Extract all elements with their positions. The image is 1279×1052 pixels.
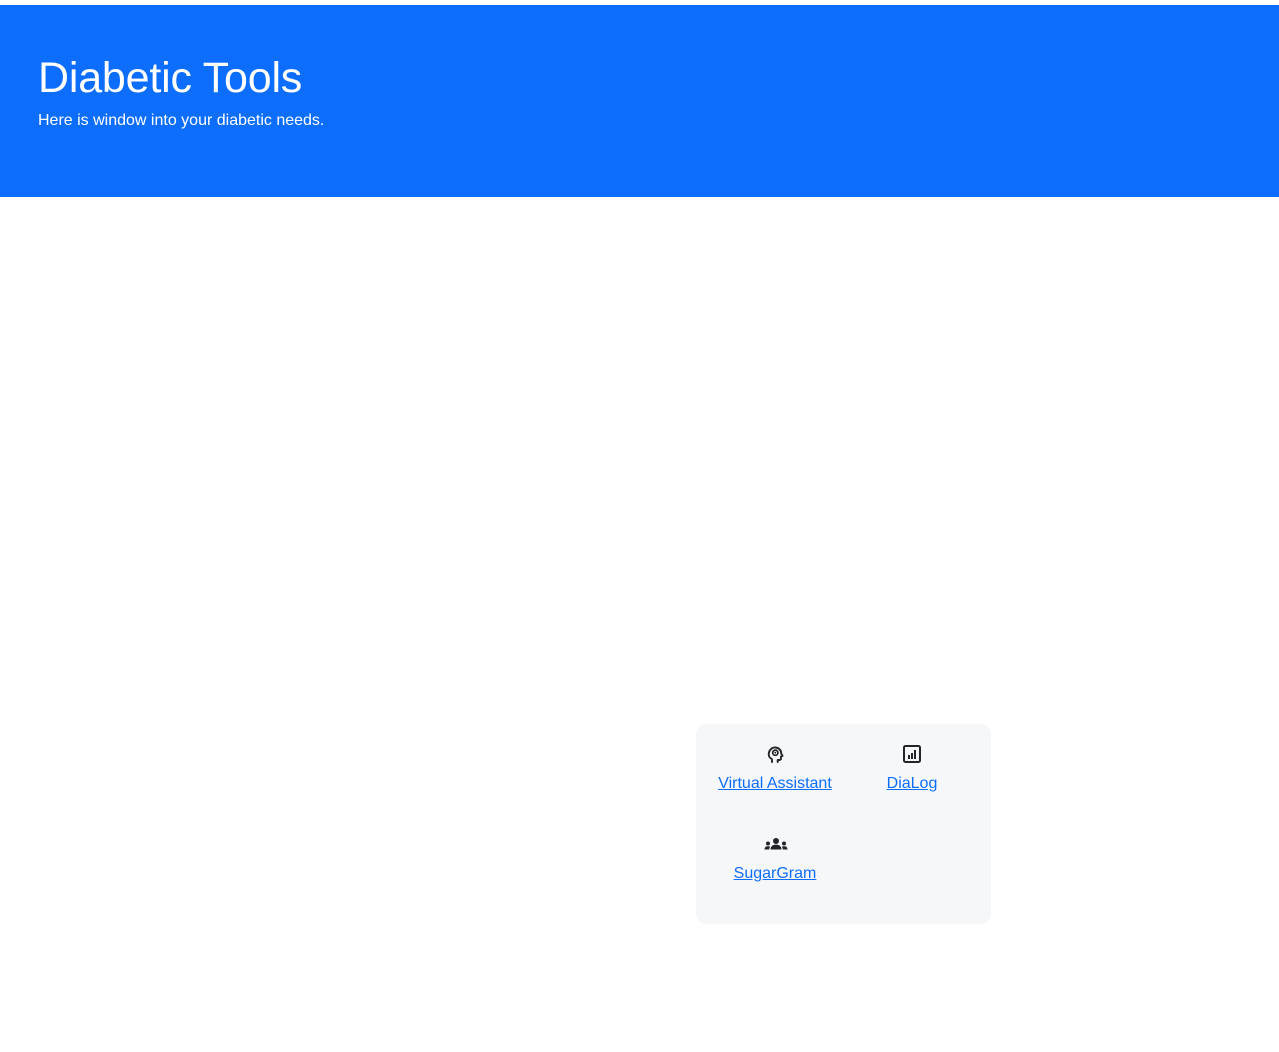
bar-chart-square-icon [900, 744, 924, 766]
page-title: Diabetic Tools [38, 54, 303, 102]
virtual-assistant-link[interactable]: Virtual Assistant [718, 774, 832, 794]
tools-panel: Virtual Assistant DiaLog SugarGram [696, 724, 991, 924]
tool-dialog: DiaLog [837, 744, 987, 794]
page-subtitle: Here is window into your diabetic needs. [38, 112, 325, 129]
people-group-icon [763, 834, 788, 856]
dialog-link[interactable]: DiaLog [887, 774, 938, 794]
tool-virtual-assistant: Virtual Assistant [700, 744, 850, 794]
sugargram-link[interactable]: SugarGram [734, 864, 817, 884]
hero-banner: Diabetic Tools Here is window into your … [0, 5, 1279, 197]
tool-sugargram: SugarGram [700, 834, 850, 884]
head-brain-icon [763, 744, 787, 766]
